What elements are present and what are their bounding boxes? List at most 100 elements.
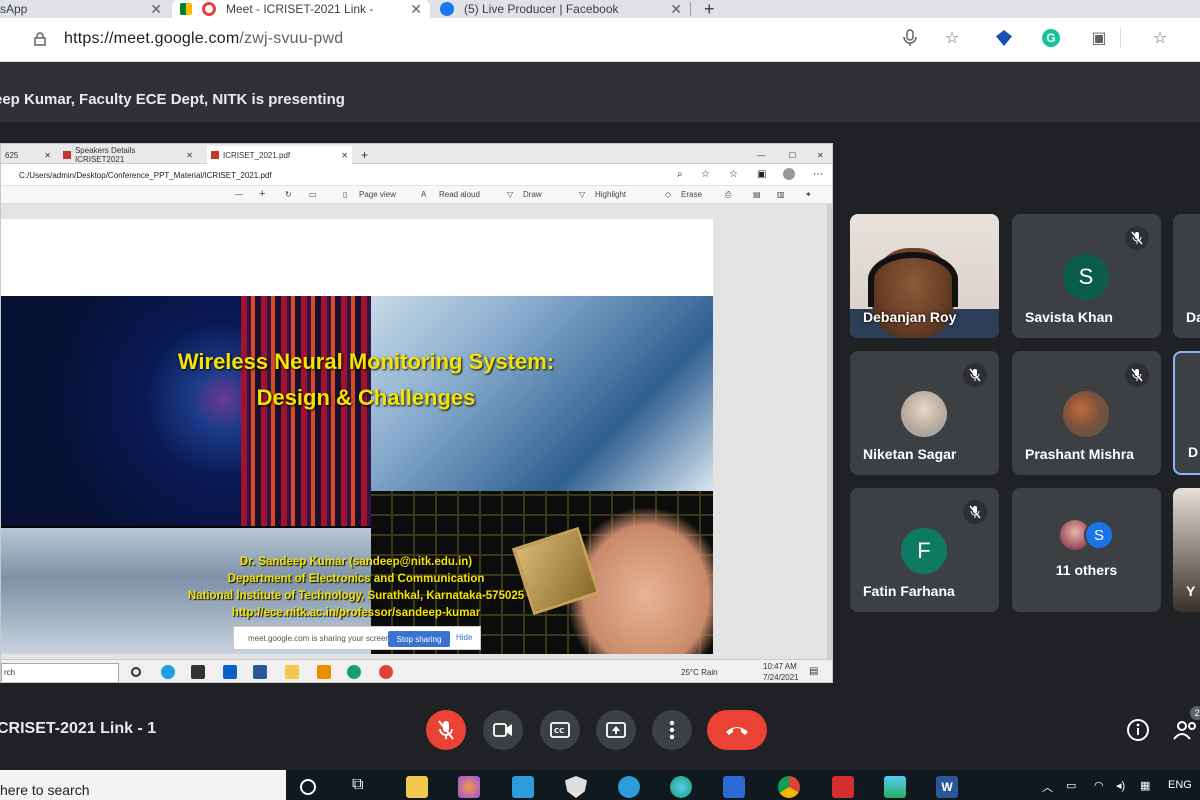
mic-off-icon (963, 500, 987, 524)
participant-tile-niketan-sagar[interactable]: Niketan Sagar (850, 351, 999, 475)
extension-blue-icon[interactable] (994, 28, 1014, 48)
browser-tab-strip: sApp ✕ Meet - ICRISET-2021 Link - ✕ (5) … (0, 0, 1200, 19)
slide-info-line: http://ece.nitk.ac.in/professor/sandeep-… (231, 607, 481, 619)
file-explorer-icon[interactable] (406, 776, 428, 798)
people-icon (1173, 721, 1196, 740)
participant-tile-prashant-mishra[interactable]: Prashant Mishra (1012, 351, 1161, 475)
taskbar-search-text: here to search (0, 782, 90, 798)
vlc-icon (317, 665, 331, 679)
presenting-bar: eep Kumar, Faculty ECE Dept, NITK is pre… (0, 62, 1200, 122)
draw-icon: ▽ (507, 190, 514, 199)
pdf-toolbar: — + ↻ ▭ ▯ Page view A Read aloud ▽ Draw … (1, 186, 832, 204)
plus-icon: + (361, 148, 369, 162)
url-field[interactable]: https://meet.google.com/zwj-svuu-pwd (14, 22, 986, 56)
meet-controls-bar: CRISET-2021 Link - 1 CC 2 (0, 690, 1200, 770)
extension-icon[interactable]: ▣ (1089, 28, 1109, 48)
new-tab-button[interactable]: + (696, 0, 720, 19)
weather-text: 25°C Rain (681, 668, 718, 677)
sharing-banner-text: meet.google.com is sharing your screen. (248, 633, 393, 643)
erase-label: Erase (681, 190, 702, 199)
grammarly-icon[interactable]: G (1041, 28, 1061, 48)
task-view-icon[interactable]: ⧉ (352, 776, 374, 798)
phone-hangup-icon (726, 727, 748, 735)
url-host: https://meet.google.com (64, 30, 240, 47)
meeting-name: CRISET-2021 Link - 1 (0, 720, 157, 737)
mail-icon[interactable] (723, 776, 745, 798)
photos-icon[interactable] (884, 776, 906, 798)
camera-button[interactable] (483, 710, 523, 750)
language-indicator[interactable]: ENG (1168, 779, 1192, 791)
zoom-out-icon: — (235, 190, 243, 199)
tab-whatsapp[interactable]: sApp ✕ (0, 0, 170, 18)
participant-tile-others[interactable]: S 11 others (1012, 488, 1161, 612)
chrome-icon[interactable] (778, 776, 800, 798)
shared-tab: 625 ✕ (1, 146, 55, 164)
info-icon (1127, 719, 1149, 741)
participant-tile-partial[interactable]: Y (1173, 488, 1200, 612)
mic-off-icon (1125, 226, 1149, 250)
svg-text:CC: CC (554, 727, 564, 735)
meet-icon (180, 3, 192, 15)
people-button[interactable]: 2 (1172, 706, 1200, 744)
highlight-label: Highlight (595, 190, 627, 199)
tab-label: (5) Live Producer | Facebook (464, 2, 619, 16)
info-button[interactable] (1124, 716, 1152, 744)
erase-icon: ◇ (665, 190, 672, 199)
maximize-icon: ☐ (789, 150, 797, 160)
tab-divider (690, 2, 691, 16)
participant-tile-partial[interactable]: D (1173, 351, 1200, 475)
rotate-icon: ↻ (285, 190, 292, 199)
mic-off-button[interactable] (426, 710, 466, 750)
tab-facebook[interactable]: (5) Live Producer | Facebook ✕ (432, 0, 690, 18)
captions-icon: CC (550, 722, 570, 738)
slide-title: Wireless Neural Monitoring System: Desig… (131, 344, 601, 416)
word-icon (253, 665, 267, 679)
pin-icon: ✦ (805, 190, 812, 199)
more-options-button[interactable] (652, 710, 692, 750)
mic-off-icon (963, 363, 987, 387)
taskbar-search[interactable]: here to search (0, 770, 286, 800)
close-icon[interactable]: ✕ (670, 1, 682, 18)
favorites-icon[interactable]: ☆ (1150, 28, 1170, 48)
scrollbar (827, 204, 832, 659)
chevron-up-icon[interactable]: ︿ (1042, 779, 1053, 795)
cortana-icon (131, 667, 141, 677)
store-icon (191, 665, 205, 679)
participant-tile-partial[interactable]: Da (1173, 214, 1200, 338)
close-icon[interactable]: ✕ (410, 1, 422, 18)
favorite-icon: ☆ (701, 169, 710, 180)
plus-icon: + (704, 0, 715, 19)
word-icon[interactable]: W (936, 776, 958, 798)
mic-off-icon (1125, 363, 1149, 387)
shared-tab-label: 625 (5, 150, 19, 160)
page-icon (63, 151, 71, 159)
acrobat-icon[interactable] (832, 776, 854, 798)
favorite-add-icon[interactable]: ☆ (942, 28, 962, 48)
minimize-icon: — (757, 150, 765, 160)
microphone-icon[interactable] (900, 28, 920, 48)
participant-name: Niketan Sagar (863, 446, 957, 462)
zoom-in-icon: + (259, 188, 266, 200)
leave-call-button[interactable] (707, 710, 767, 750)
edge-icon[interactable] (670, 776, 692, 798)
participant-tile-fatin-farhana[interactable]: F Fatin Farhana (850, 488, 999, 612)
close-icon[interactable]: ✕ (150, 1, 162, 18)
toolbar-divider (1120, 28, 1121, 48)
present-button[interactable] (596, 710, 636, 750)
participant-name: Y (1186, 583, 1196, 599)
tab-meet[interactable]: Meet - ICRISET-2021 Link - ✕ (172, 0, 430, 18)
participant-tile-debanjan-roy[interactable]: Debanjan Roy (850, 214, 999, 338)
security-icon[interactable] (565, 776, 587, 798)
others-count: 11 others (1055, 562, 1118, 578)
captions-button[interactable]: CC (540, 710, 580, 750)
cortana-icon[interactable] (300, 779, 316, 795)
calculator-icon[interactable] (512, 776, 534, 798)
close-icon: ✕ (817, 150, 824, 160)
shared-screen: 625 ✕ Speakers Details ICRISET2021 ✕ ICRIS… (0, 143, 833, 683)
sync-icon[interactable] (618, 776, 640, 798)
shared-search-text: rch (4, 668, 16, 677)
paint-icon[interactable] (458, 776, 480, 798)
mic-off-icon (438, 720, 454, 740)
slide-author-info: Dr. Sandeep Kumar (sandeep@nitk.edu.in) … (151, 554, 561, 622)
participant-tile-savista-khan[interactable]: S Savista Khan (1012, 214, 1161, 338)
